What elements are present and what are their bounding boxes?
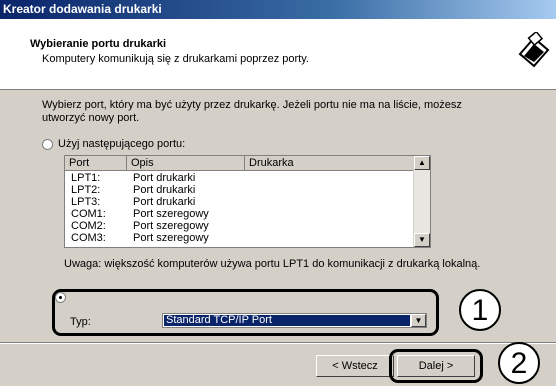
column-header-description[interactable]: Opis <box>127 156 245 170</box>
port-description: Port szeregowy <box>133 208 209 220</box>
port-name: COM1: <box>71 208 106 220</box>
scroll-up-icon[interactable]: ▲ <box>414 156 430 170</box>
port-name: LPT2: <box>71 184 101 196</box>
window-title: Kreator dodawania drukarki <box>0 0 556 19</box>
column-header-port[interactable]: Port <box>65 156 127 170</box>
port-description: Port drukarki <box>133 196 196 208</box>
type-label: Typ: <box>70 316 91 328</box>
port-type-value: Standard TCP/IP Port <box>164 315 410 326</box>
list-item[interactable]: COM2: Port szeregowy <box>65 220 414 232</box>
port-name: LPT3: <box>71 196 101 208</box>
chevron-down-icon[interactable]: ▼ <box>411 314 426 327</box>
port-list-header: Port Opis Drukarka <box>65 156 414 171</box>
callout-number-1: 1 <box>459 289 501 331</box>
column-header-printer[interactable]: Drukarka <box>245 156 414 170</box>
port-name: LPT1: <box>71 172 101 184</box>
port-list-scrollbar[interactable]: ▲ ▼ <box>413 156 430 247</box>
list-item[interactable]: LPT2: Port drukarki <box>65 184 414 196</box>
page-subtitle: Komputery komunikują się z drukarkami po… <box>42 53 309 65</box>
footer-divider <box>0 342 556 344</box>
list-item[interactable]: COM3: Port szeregowy <box>65 232 414 244</box>
port-description: Port drukarki <box>133 172 196 184</box>
port-description: Port szeregowy <box>133 232 209 244</box>
list-item[interactable]: LPT1: Port drukarki <box>65 172 414 184</box>
page-title: Wybieranie portu drukarki <box>30 38 167 50</box>
port-name: COM2: <box>71 220 106 232</box>
intro-text: Wybierz port, który ma być użyty przez d… <box>42 99 462 124</box>
use-existing-port-label[interactable]: Użyj następującego portu: <box>58 138 185 150</box>
port-description: Port drukarki <box>133 184 196 196</box>
wizard-header: Wybieranie portu drukarki Komputery komu… <box>0 19 556 90</box>
note-text: Uwaga: większość komputerów używa portu … <box>64 258 481 270</box>
printer-port-icon <box>518 32 550 68</box>
create-new-port-radio[interactable] <box>55 292 66 303</box>
use-existing-port-radio[interactable] <box>42 139 53 150</box>
back-button[interactable]: < Wstecz <box>316 355 394 377</box>
list-item[interactable]: LPT3: Port drukarki <box>65 196 414 208</box>
port-description: Port szeregowy <box>133 220 209 232</box>
port-list[interactable]: Port Opis Drukarka LPT1: Port drukarki LP… <box>64 155 431 248</box>
list-item[interactable]: COM1: Port szeregowy <box>65 208 414 220</box>
scroll-down-icon[interactable]: ▼ <box>414 233 430 247</box>
callout-number-2: 2 <box>498 342 540 384</box>
port-name: COM3: <box>71 232 106 244</box>
port-type-select[interactable]: Standard TCP/IP Port ▼ <box>162 313 427 328</box>
next-button[interactable]: Dalej > <box>397 355 475 377</box>
